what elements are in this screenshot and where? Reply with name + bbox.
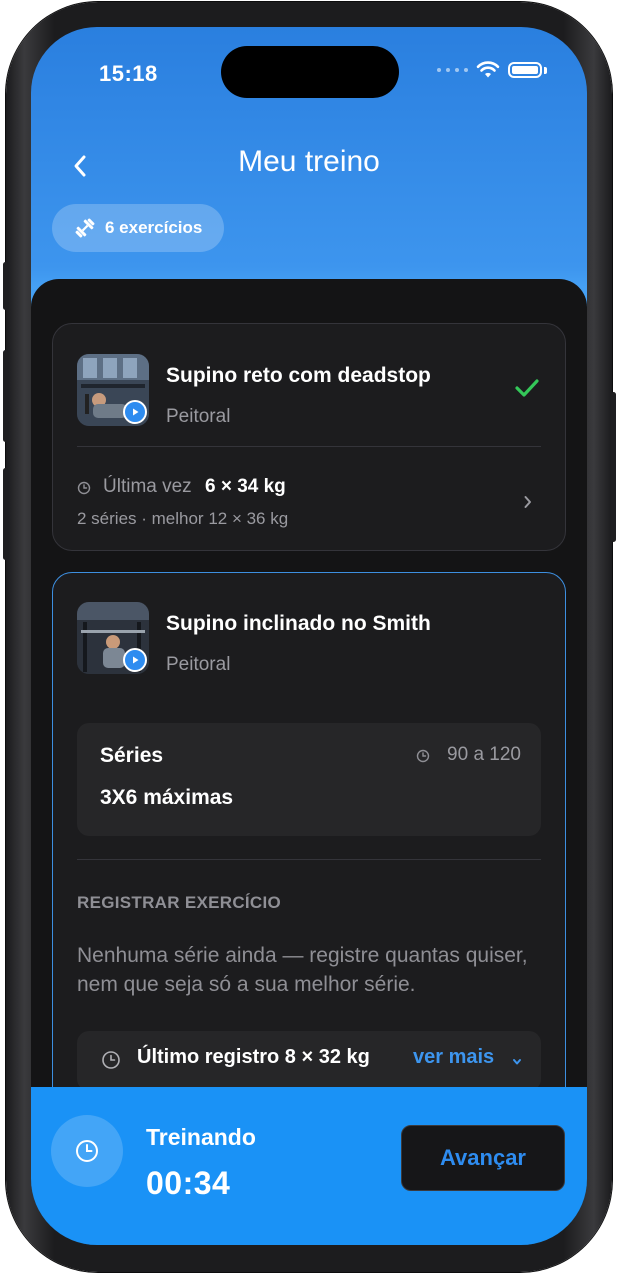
series-rest-time: 90 a 120: [447, 744, 521, 765]
last-time-row: Última vez 6 × 34 kg: [103, 476, 286, 498]
register-hint: Nenhuma série ainda — registre quantas q…: [77, 944, 528, 996]
exercise-thumbnail[interactable]: [77, 354, 149, 426]
screen: 15:18 Meu treino 6 exercícios Supino ret…: [31, 27, 587, 1245]
battery-tip: [544, 66, 547, 74]
training-bar: Treinando 00:34 Avançar: [31, 1087, 587, 1245]
play-icon[interactable]: [123, 648, 147, 672]
side-button-action: [3, 262, 8, 310]
exercise-card-2[interactable]: Supino inclinado no Smith Peitoral Série…: [52, 572, 566, 1132]
series-label: Séries: [100, 744, 164, 767]
exercise-count-pill[interactable]: 6 exercícios: [52, 204, 225, 252]
header: Meu treino: [31, 137, 587, 197]
exercise-summary: 2 séries · melhor 12 × 36 kg: [77, 509, 289, 528]
clock-icon: [416, 749, 430, 763]
series-box: Séries 90 a 120 3X6 máximas: [77, 723, 541, 836]
cellular-signal-icon: [437, 68, 468, 72]
clock-icon: [76, 1140, 98, 1162]
page-title: Meu treino: [238, 145, 380, 178]
last-record-row[interactable]: Último registro 8 × 32 kg ver mais: [77, 1031, 541, 1091]
last-record-text: Último registro 8 × 32 kg: [137, 1046, 370, 1068]
exercise-thumbnail[interactable]: [77, 602, 149, 674]
series-value: 3X6 máximas: [100, 786, 234, 809]
side-button-volume-down: [3, 468, 8, 560]
timer-button[interactable]: [51, 1115, 123, 1187]
card-divider: [77, 446, 541, 447]
exercise-name: Supino inclinado no Smith: [166, 612, 431, 635]
last-time-label: Última vez: [103, 476, 192, 497]
status-time: 15:18: [99, 61, 158, 86]
card-divider: [77, 859, 541, 860]
check-icon: [515, 379, 539, 397]
chevron-down-icon[interactable]: [511, 1057, 523, 1067]
wifi-icon: [476, 61, 500, 78]
exercise-count-label: 6 exercícios: [105, 218, 203, 237]
clock-icon: [102, 1051, 120, 1069]
play-icon[interactable]: [123, 400, 147, 424]
dynamic-island: [221, 46, 399, 98]
exercise-name: Supino reto com deadstop: [166, 364, 431, 387]
register-heading: REGISTRAR EXERCÍCIO: [77, 893, 282, 912]
status-icons: [437, 61, 547, 79]
battery-icon: [508, 62, 542, 78]
exercise-muscle-group: Peitoral: [166, 406, 231, 427]
chevron-right-icon[interactable]: [523, 494, 533, 510]
training-status: Treinando: [146, 1124, 256, 1150]
dumbbell-icon: [75, 218, 95, 238]
last-time-value: 6 × 34 kg: [204, 476, 286, 497]
see-more-link[interactable]: ver mais: [413, 1046, 494, 1069]
side-button-power: [611, 392, 616, 542]
elapsed-time: 00:34: [146, 1165, 231, 1201]
exercise-muscle-group: Peitoral: [166, 654, 231, 675]
exercise-card-1[interactable]: Supino reto com deadstop Peitoral Última…: [52, 323, 566, 551]
advance-button[interactable]: Avançar: [401, 1125, 565, 1191]
clock-icon: [77, 481, 91, 495]
side-button-volume-up: [3, 350, 8, 442]
